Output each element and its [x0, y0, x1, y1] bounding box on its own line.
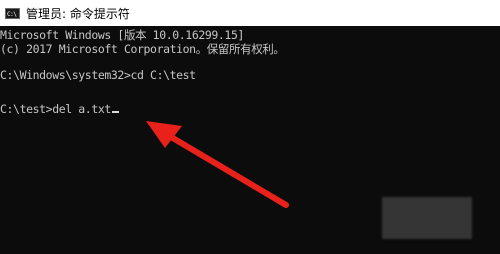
cmd-window: C:\ 管理员: 命令提示符 Microsoft Windows [版本 10.…	[0, 0, 500, 254]
console-line-cd-command: C:\Windows\system32>cd C:\test	[0, 68, 196, 82]
text-cursor	[111, 111, 119, 113]
console-command-text: C:\test>del a.txt	[0, 102, 111, 116]
title-bar[interactable]: C:\ 管理员: 命令提示符	[0, 0, 500, 26]
window-title: 管理员: 命令提示符	[26, 6, 130, 21]
console-line-del-command: C:\test>del a.txt	[0, 102, 119, 116]
blurred-watermark	[382, 197, 472, 239]
cmd-icon: C:\	[5, 7, 20, 19]
console-line-copyright: (c) 2017 Microsoft Corporation。保留所有权利。	[0, 42, 285, 56]
